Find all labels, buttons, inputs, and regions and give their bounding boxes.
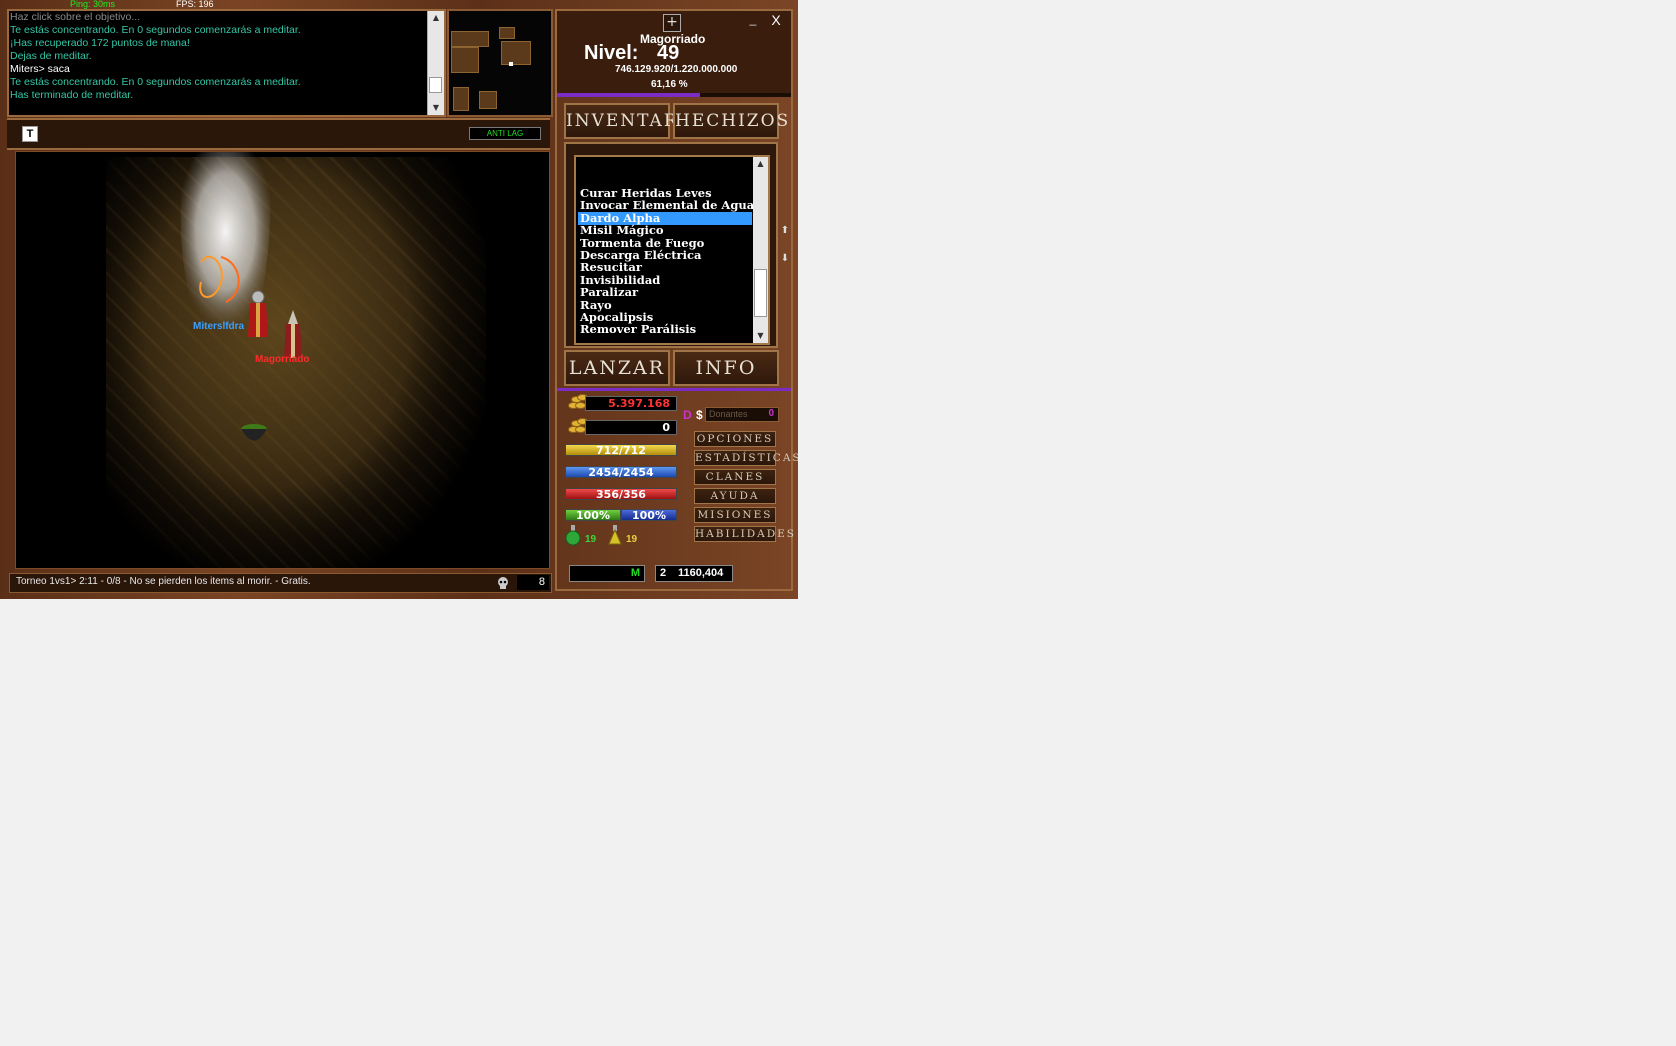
console-line: Has terminado de meditar.: [10, 89, 134, 101]
ping-label: Ping: 30ms: [70, 0, 116, 9]
minimap-room: [479, 91, 497, 109]
minimap-room: [501, 41, 531, 65]
thirst-bar: 100%: [621, 509, 677, 521]
experience-bar-fill: [557, 93, 701, 97]
minimize-button[interactable]: _: [747, 12, 759, 26]
map-coordinates: 1160,404: [678, 567, 724, 579]
stamina-bar: 712/712: [565, 444, 677, 456]
minimap-room: [451, 31, 489, 47]
minimap-room: [453, 87, 469, 111]
yellow-potion-icon: [608, 525, 622, 545]
enemy-character[interactable]: [244, 289, 274, 339]
cast-button[interactable]: LANZAR: [564, 350, 670, 386]
skills-button[interactable]: HABILIDADES: [694, 526, 794, 542]
help-button[interactable]: AYUDA: [694, 488, 776, 504]
fps-label: FPS: 196: [176, 0, 214, 9]
gold-coins-icon: [566, 393, 588, 409]
map-number: 2: [660, 567, 667, 579]
console-line: Haz click sobre el objetivo...: [10, 11, 141, 23]
health-bar: 356/356: [565, 488, 677, 500]
console-line: Te estás concentrando. En 0 segundos com…: [10, 24, 301, 36]
spell-scrollbar[interactable]: ▲ ▼: [753, 157, 768, 343]
tab-inventory[interactable]: INVENTARIO: [564, 103, 701, 139]
status-bar: Torneo 1vs1> 2:11 - 0/8 - No se pierden …: [9, 573, 552, 593]
plus-button[interactable]: +: [663, 14, 681, 32]
map-position-field: 2 1160,404: [655, 565, 733, 582]
tournament-message: Torneo 1vs1> 2:11 - 0/8 - No se pierden …: [16, 576, 311, 587]
minimap-room: [499, 27, 515, 39]
map-mode-field: M: [569, 565, 645, 582]
donor-currency-label: $: [696, 408, 703, 422]
tab-spells[interactable]: HECHIZOS: [673, 103, 788, 139]
mana-bar: 2454/2454: [565, 466, 677, 478]
info-button[interactable]: INFO: [673, 350, 779, 386]
close-button[interactable]: X: [769, 12, 783, 28]
console-line: Dejas de meditar.: [10, 50, 92, 62]
skull-icon: [498, 577, 508, 589]
divider: [557, 388, 791, 391]
quests-button[interactable]: MISIONES: [694, 507, 776, 523]
donor-value: 0: [768, 408, 774, 419]
gold-amount: 5.397.168: [585, 396, 677, 411]
level-label: Nivel:: [584, 42, 639, 64]
donor-d-label: D: [683, 408, 692, 422]
level-value: 49: [657, 42, 680, 64]
t-button[interactable]: T: [22, 126, 38, 142]
scroll-down-icon[interactable]: ▼: [428, 101, 444, 115]
spell-scroll-up-icon[interactable]: ▲: [753, 157, 768, 171]
move-spell-down-icon[interactable]: ⬇: [779, 252, 791, 266]
spell-scroll-down-icon[interactable]: ▼: [753, 329, 768, 343]
move-spell-up-icon[interactable]: ⬆: [779, 224, 791, 238]
donor-placeholder: Donantes: [709, 409, 748, 419]
minimap-room: [451, 47, 479, 73]
yellow-potion-count: 19: [626, 534, 638, 545]
chat-console[interactable]: Haz click sobre el objetivo... Te estás c…: [7, 9, 446, 117]
donor-field: Donantes 0: [705, 407, 779, 422]
cauldron-icon: [241, 424, 267, 441]
game-window: Ping: 30ms FPS: 196 Haz click sobre el o…: [0, 0, 798, 599]
top-info-bar: Ping: 30ms FPS: 196: [0, 0, 440, 9]
online-count: 8: [517, 575, 549, 590]
spell-item[interactable]: Remover Parálisis: [578, 323, 752, 336]
map-mode-label: M: [630, 567, 640, 579]
enemy-name-label: Miterslfdra: [193, 321, 245, 332]
experience-value: 746.129.920/1.220.000.000: [615, 64, 738, 75]
player-name-label: Magorriado: [255, 354, 310, 365]
spell-scroll-thumb[interactable]: [754, 269, 767, 317]
player-position-marker: [509, 62, 513, 66]
spell-list[interactable]: Curar Heridas Leves Invocar Elemental de …: [574, 155, 770, 345]
statistics-button[interactable]: ESTADÍSTICAS: [694, 450, 798, 466]
green-potion-count: 19: [585, 534, 597, 545]
experience-percent: 61,16 %: [651, 79, 688, 90]
minimap[interactable]: [447, 9, 553, 117]
console-lines: Haz click sobre el objetivo... Te estás c…: [9, 11, 444, 102]
console-scrollbar[interactable]: ▲ ▼: [427, 11, 444, 115]
console-scroll-thumb[interactable]: [429, 77, 442, 93]
green-potion-icon: [565, 525, 581, 546]
antilag-toggle[interactable]: ANTI LAG: [469, 127, 541, 140]
bank-amount: 0: [585, 420, 677, 435]
spell-effect-smoke: [180, 152, 271, 329]
game-view[interactable]: Miterslfdra Magorriado: [15, 151, 550, 569]
options-button[interactable]: OPCIONES: [694, 431, 776, 447]
hunger-bar: 100%: [565, 509, 621, 521]
console-line: Miters> saca: [10, 63, 70, 75]
console-line: ¡Has recuperado 172 puntos de mana!: [10, 37, 190, 49]
player-character[interactable]: [280, 310, 306, 360]
console-line: Te estás concentrando. En 0 segundos com…: [10, 76, 301, 88]
clans-button[interactable]: CLANES: [694, 469, 776, 485]
view-toolbar: T ANTI LAG: [7, 118, 550, 150]
scroll-up-icon[interactable]: ▲: [428, 11, 444, 25]
experience-bar: [557, 93, 791, 97]
bank-coins-icon: [566, 417, 588, 433]
